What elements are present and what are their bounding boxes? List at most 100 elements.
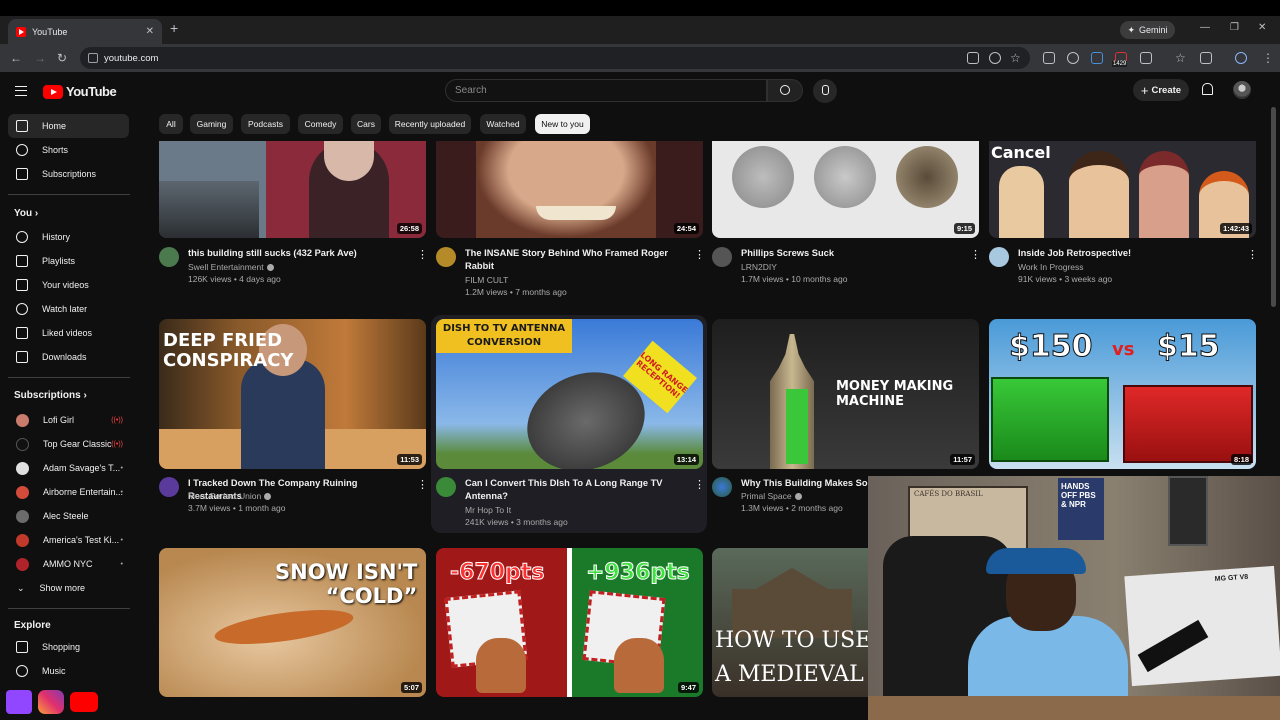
video-channel-name[interactable]: Mr Hop To It [465, 505, 511, 515]
video-thumbnail[interactable]: DISH TO TV ANTENNA CONVERSION LONG RANGE… [436, 319, 703, 469]
sidebar-channel-alec-steele[interactable]: Alec Steele [8, 504, 129, 528]
reload-icon[interactable]: ↻ [57, 51, 67, 65]
channel-avatar [16, 485, 29, 499]
site-info-icon[interactable] [88, 53, 98, 63]
sidebar-item-home[interactable]: Home [8, 114, 129, 138]
page-scrollbar[interactable] [1271, 107, 1276, 307]
sidebar-item-music[interactable]: Music [8, 659, 129, 683]
channel-avatar[interactable] [436, 477, 456, 497]
more-options-icon[interactable] [417, 478, 428, 491]
channel-avatar[interactable] [712, 477, 732, 497]
more-options-icon[interactable] [694, 478, 705, 491]
sidebar-channel-lofi-girl[interactable]: Lofi Girl ((•)) [8, 408, 129, 432]
zoom-icon[interactable] [989, 52, 1001, 64]
video-thumbnail[interactable]: SNOW ISN'T “COLD” 5:07 [159, 548, 426, 697]
video-thumbnail[interactable]: -670pts +936pts 9:47 [436, 548, 703, 697]
sidebar-item-liked-videos[interactable]: Liked videos [8, 321, 129, 345]
chip-cars[interactable]: Cars [351, 114, 381, 134]
chrome-menu-icon[interactable]: ⋮ [1262, 51, 1274, 65]
chip-podcasts[interactable]: Podcasts [241, 114, 290, 134]
video-channel-name[interactable]: FILM CULT [465, 275, 508, 285]
power-icon[interactable] [1067, 52, 1079, 64]
video-thumbnail[interactable]: 24:54 [436, 141, 703, 238]
chip-all[interactable]: All [159, 114, 183, 134]
notifications-bell-icon[interactable] [1202, 83, 1213, 95]
more-options-icon[interactable] [694, 248, 705, 261]
sidebar-channel-top-gear-classic[interactable]: Top Gear Classic ((•)) [8, 432, 129, 456]
video-thumbnail[interactable]: DEEP FRIED CONSPIRACY 11:53 [159, 319, 426, 469]
favorites-icon[interactable]: ☆ [1175, 51, 1186, 65]
sidebar-channel-adam-savage[interactable]: Adam Savage's T... • [8, 456, 129, 480]
video-channel-name[interactable]: Swell Entertainment [188, 262, 274, 272]
back-icon[interactable]: ← [10, 51, 22, 65]
address-bar[interactable]: youtube.com [80, 47, 1030, 69]
account-avatar[interactable] [1233, 81, 1251, 99]
gemini-button[interactable]: ✦ Gemini [1120, 21, 1175, 39]
video-thumbnail[interactable]: 9:15 [712, 141, 979, 238]
sidebar-heading-you[interactable]: You › [14, 208, 38, 219]
extension-audio-icon[interactable] [1091, 52, 1103, 64]
search-icon[interactable] [767, 79, 803, 102]
minimize-icon[interactable]: — [1200, 22, 1210, 33]
channel-avatar[interactable] [159, 247, 179, 267]
video-title[interactable]: Can I Convert This DIsh To A Long Range … [465, 477, 687, 503]
chip-new-to-you[interactable]: New to you [535, 114, 590, 134]
sidebar-item-shopping[interactable]: Shopping [8, 635, 129, 659]
video-thumbnail[interactable]: $150 vs $15 8:18 [989, 319, 1256, 469]
sidebar-item-playlists[interactable]: Playlists [8, 249, 129, 273]
chip-recently-uploaded[interactable]: Recently uploaded [389, 114, 471, 134]
sidebar-show-more[interactable]: ⌄ Show more [8, 576, 129, 600]
sidebar-item-history[interactable]: History [8, 225, 129, 249]
profile-icon[interactable] [1235, 52, 1247, 64]
video-channel-name[interactable]: Work In Progress [1018, 262, 1084, 272]
more-options-icon[interactable] [417, 248, 428, 261]
more-options-icon[interactable] [1247, 248, 1258, 261]
sidebar-channel-ammo-nyc[interactable]: AMMO NYC • [8, 552, 129, 576]
chip-comedy[interactable]: Comedy [298, 114, 343, 134]
new-tab-icon[interactable]: + [170, 20, 178, 36]
forward-icon[interactable]: → [34, 51, 46, 65]
voice-search-icon[interactable] [813, 79, 837, 103]
side-panel-icon[interactable] [1200, 52, 1212, 64]
video-title[interactable]: this building still sucks (432 Park Ave) [188, 247, 410, 260]
maximize-icon[interactable]: ❐ [1230, 22, 1239, 33]
bookmark-star-icon[interactable]: ☆ [1010, 51, 1021, 65]
sidebar-item-watch-later[interactable]: Watch later [8, 297, 129, 321]
video-channel-name[interactable]: LRN2DIY [741, 262, 777, 272]
sidebar-item-shorts[interactable]: Shorts [8, 138, 129, 162]
channel-avatar[interactable] [989, 247, 1009, 267]
sidebar-channel-airborne[interactable]: Airborne Entertain... • [8, 480, 129, 504]
video-thumbnail[interactable]: MONEY MAKING MACHINE 11:57 [712, 319, 979, 469]
video-title[interactable]: The INSANE Story Behind Who Framed Roger… [465, 247, 687, 273]
video-thumbnail[interactable]: HOW TO USE A MEDIEVAL [712, 548, 872, 697]
video-thumbnail[interactable]: 26:58 [159, 141, 426, 238]
extension-icon[interactable] [1043, 52, 1055, 64]
tab-close-icon[interactable]: ✕ [146, 26, 154, 37]
youtube-logo[interactable]: YouTube [43, 84, 117, 99]
hamburger-menu-icon[interactable] [15, 86, 27, 96]
sidebar-item-downloads[interactable]: Downloads [8, 345, 129, 369]
search-input[interactable]: Search [445, 79, 767, 102]
more-options-icon[interactable] [970, 248, 981, 261]
sidebar-item-your-videos[interactable]: Your videos [8, 273, 129, 297]
chip-gaming[interactable]: Gaming [190, 114, 233, 134]
extensions-puzzle-icon[interactable] [1140, 52, 1152, 64]
sidebar-item-subscriptions[interactable]: Subscriptions [8, 162, 129, 186]
channel-avatar[interactable] [712, 247, 732, 267]
sidebar-channel-americas-test-kitchen[interactable]: America's Test Ki... • [8, 528, 129, 552]
video-title[interactable]: Phillips Screws Suck [741, 247, 963, 260]
video-title[interactable]: Inside Job Retrospective! [1018, 247, 1240, 260]
channel-avatar[interactable] [159, 477, 179, 497]
chip-watched[interactable]: Watched [480, 114, 526, 134]
close-window-icon[interactable]: ✕ [1258, 22, 1266, 33]
browser-tab-youtube[interactable]: YouTube ✕ [8, 19, 162, 44]
install-app-icon[interactable] [967, 52, 979, 64]
sidebar-heading-subscriptions[interactable]: Subscriptions › [14, 390, 87, 401]
channel-avatar[interactable] [436, 247, 456, 267]
shopping-icon [16, 641, 28, 653]
video-channel-name[interactable]: Primal Space [741, 491, 802, 501]
create-button[interactable]: + Create [1133, 79, 1189, 101]
video-channel-name[interactable]: More Perfect Union [188, 491, 272, 501]
video-thumbnail[interactable]: Cancel 1:42:43 [989, 141, 1256, 238]
new-content-dot-icon: • [120, 536, 123, 544]
